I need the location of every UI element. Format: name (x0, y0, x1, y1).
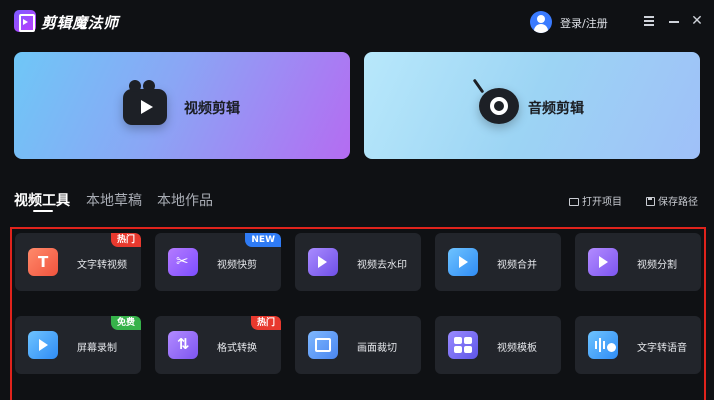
tab-local-works[interactable]: 本地作品 (157, 190, 213, 210)
tool-crop[interactable]: 画面裁切 (295, 316, 421, 374)
folder-icon (569, 198, 579, 206)
audio-edit-label: 音频剪辑 (528, 101, 584, 117)
template-icon (448, 331, 478, 359)
tool-label: 视频分割 (637, 260, 677, 271)
text-to-video-icon: T (28, 248, 58, 276)
format-convert-icon: ⇅ (168, 331, 198, 359)
tool-label: 屏幕录制 (77, 343, 117, 354)
app-title: 剪辑魔法师 (41, 14, 119, 32)
menu-icon[interactable] (642, 12, 656, 30)
tool-label: 视频模板 (497, 343, 537, 354)
tool-merge-video[interactable]: 视频合并 (435, 233, 561, 291)
open-project-label: 打开项目 (582, 197, 622, 208)
tool-split-video[interactable]: 视频分割 (575, 233, 701, 291)
tool-template[interactable]: 视频模板 (435, 316, 561, 374)
tab-local-drafts[interactable]: 本地草稿 (86, 190, 142, 210)
user-avatar-icon[interactable] (530, 11, 552, 33)
tool-label: 视频去水印 (357, 260, 407, 271)
remove-watermark-icon (308, 248, 338, 276)
active-tab-indicator (33, 210, 53, 212)
tool-label: 视频合并 (497, 260, 537, 271)
minimize-icon[interactable] (667, 12, 681, 30)
hot-badge: 热门 (110, 233, 141, 247)
tab-video-tools[interactable]: 视频工具 (14, 190, 70, 210)
record-disc-icon (472, 78, 519, 124)
tool-quick-cut[interactable]: ✂ 视频快剪 NEW (155, 233, 281, 291)
tool-label: 画面裁切 (357, 343, 397, 354)
hot-badge: 热门 (250, 316, 281, 330)
scissors-icon: ✂ (168, 248, 198, 276)
free-badge: 免费 (110, 316, 141, 330)
video-camera-icon (123, 80, 167, 125)
app-logo-icon (14, 10, 36, 32)
tool-label: 视频快剪 (217, 260, 257, 271)
tool-format-convert[interactable]: ⇅ 格式转换 热门 (155, 316, 281, 374)
tool-text-to-speech[interactable]: 文字转语音 (575, 316, 701, 374)
tool-screen-record[interactable]: 屏幕录制 免费 (15, 316, 141, 374)
tools-region: T 文字转视频 热门 ✂ 视频快剪 NEW 视频去水印 视频合并 视频分割 屏幕… (10, 227, 706, 400)
tool-label: 文字转视频 (77, 260, 127, 271)
merge-video-icon (448, 248, 478, 276)
open-project-button[interactable]: 打开项目 (569, 193, 622, 208)
save-icon (646, 197, 655, 206)
tool-label: 文字转语音 (637, 343, 687, 354)
screen-record-icon (28, 331, 58, 359)
save-path-button[interactable]: 保存路径 (646, 193, 698, 208)
tool-remove-watermark[interactable]: 视频去水印 (295, 233, 421, 291)
audio-edit-card[interactable]: 音频剪辑 (364, 52, 700, 159)
crop-icon (308, 331, 338, 359)
tool-text-to-video[interactable]: T 文字转视频 热门 (15, 233, 141, 291)
login-register-link[interactable]: 登录/注册 (560, 15, 608, 31)
new-badge: NEW (245, 233, 281, 247)
title-bar: 剪辑魔法师 登录/注册 ✕ (0, 0, 714, 44)
close-icon[interactable]: ✕ (690, 12, 704, 30)
video-edit-label: 视频剪辑 (184, 101, 240, 117)
split-video-icon (588, 248, 618, 276)
save-path-label: 保存路径 (658, 197, 698, 208)
tool-label: 格式转换 (217, 343, 257, 354)
text-to-speech-icon (588, 331, 618, 359)
video-edit-card[interactable]: 视频剪辑 (14, 52, 350, 159)
